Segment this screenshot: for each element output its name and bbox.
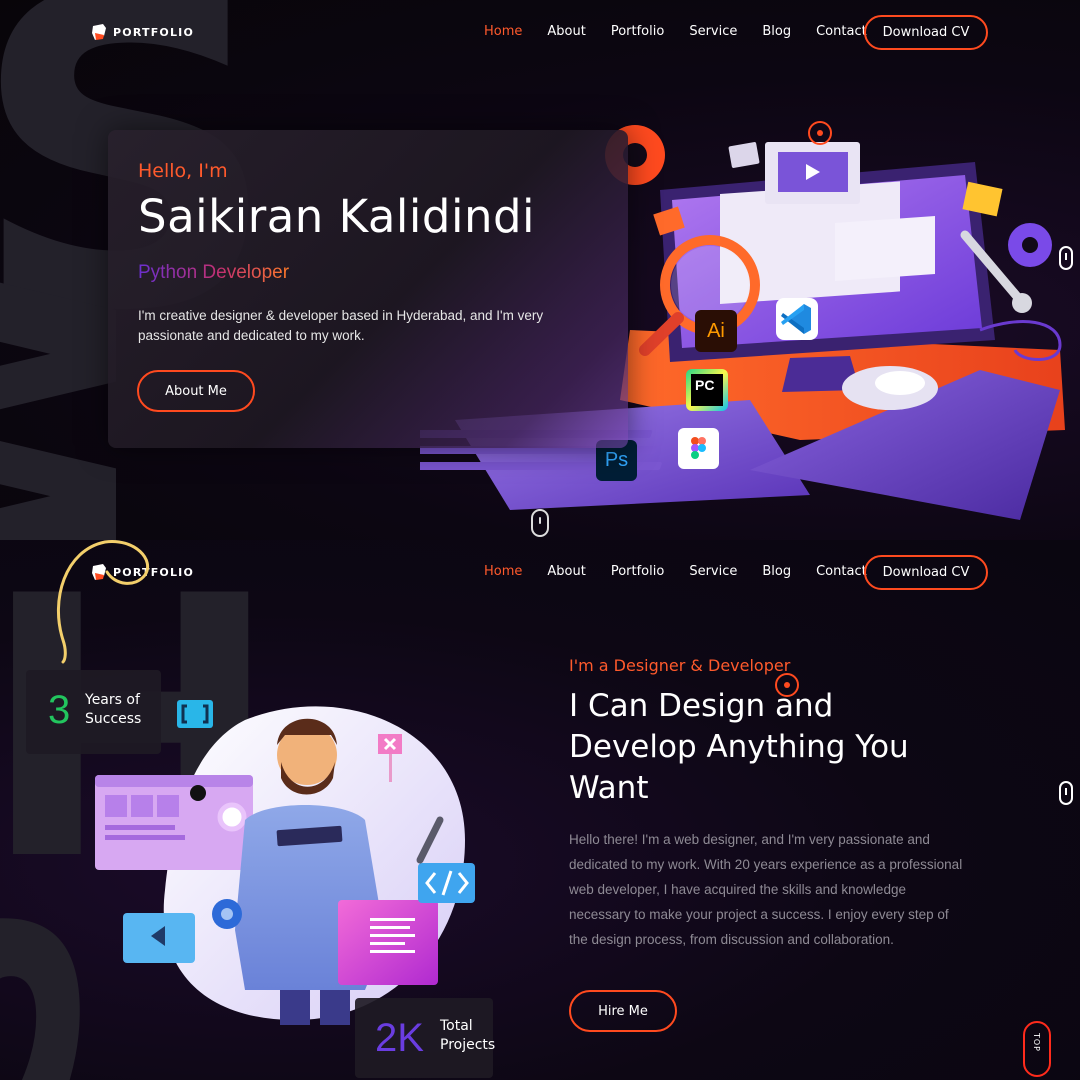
sticky-navbar: PORTFOLIO Home About Portfolio Service B… <box>0 540 1080 606</box>
scroll-down-icon[interactable] <box>531 509 549 537</box>
cursor-ring <box>775 673 799 697</box>
about-section: H S PORTFOLIO Home About Portfolio Servi… <box>0 540 1080 1080</box>
nav-blog[interactable]: Blog <box>762 564 791 579</box>
hero-intro: I'm creative designer & developer based … <box>138 308 544 343</box>
about-me-button[interactable]: About Me <box>137 370 255 412</box>
nav-contact[interactable]: Contact <box>816 24 867 39</box>
projects-stat-label-1: Total <box>440 1018 473 1034</box>
years-stat-label-1: Years of <box>85 692 140 708</box>
nav-contact[interactable]: Contact <box>816 564 867 579</box>
hero-name: Saikiran Kalidindi <box>138 190 536 243</box>
about-tagline: I'm a Designer & Developer <box>569 656 791 675</box>
figma-icon <box>678 428 719 469</box>
hero-section: S W PORTFOLIO Home About Portfolio Servi… <box>0 0 1080 540</box>
nav-about[interactable]: About <box>547 564 585 579</box>
projects-stat-value: 2K <box>375 1016 424 1060</box>
brand-logo[interactable]: PORTFOLIO <box>92 24 194 41</box>
download-cv-button[interactable]: Download CV <box>864 555 988 590</box>
about-paragraph: Hello there! I'm a web designer, and I'm… <box>569 832 963 947</box>
main-menu: Home About Portfolio Service Blog Contac… <box>484 564 892 579</box>
nav-portfolio[interactable]: Portfolio <box>611 24 664 39</box>
hire-me-button[interactable]: Hire Me <box>569 990 677 1032</box>
vscode-icon <box>776 298 818 340</box>
main-menu: Home About Portfolio Service Blog Contac… <box>484 24 892 39</box>
years-stat-label-2: Success <box>85 711 142 727</box>
nav-home[interactable]: Home <box>484 564 522 579</box>
projects-stat-label-2: Projects <box>440 1037 496 1053</box>
download-cv-button[interactable]: Download CV <box>864 15 988 50</box>
about-heading: I Can Design and Develop Anything You Wa… <box>569 688 909 806</box>
nav-portfolio[interactable]: Portfolio <box>611 564 664 579</box>
side-scroll-indicator[interactable] <box>1059 781 1073 805</box>
projects-stat-card: 2K Total Projects <box>355 998 496 1078</box>
nav-service[interactable]: Service <box>689 564 737 579</box>
years-stat-value: 3 <box>48 688 71 732</box>
side-scroll-indicator[interactable] <box>1059 246 1073 270</box>
cursor-ring <box>808 121 832 145</box>
top-navbar: PORTFOLIO Home About Portfolio Service B… <box>0 0 1080 66</box>
nav-blog[interactable]: Blog <box>762 24 791 39</box>
scribble-decoration <box>56 540 149 664</box>
nav-home[interactable]: Home <box>484 24 522 39</box>
years-stat-card: 3 Years of Success <box>26 670 161 754</box>
back-to-top-label: TOP <box>1032 1033 1041 1053</box>
pycharm-icon: PC <box>686 369 728 411</box>
back-to-top-button[interactable]: TOP <box>1023 1021 1051 1077</box>
hero-greeting: Hello, I'm <box>138 160 228 182</box>
logo-icon <box>92 24 107 41</box>
nav-service[interactable]: Service <box>689 24 737 39</box>
nav-about[interactable]: About <box>547 24 585 39</box>
hero-role: Python Developer <box>138 262 290 283</box>
brand-name: PORTFOLIO <box>113 26 195 39</box>
illustrator-icon: Ai <box>695 310 737 352</box>
